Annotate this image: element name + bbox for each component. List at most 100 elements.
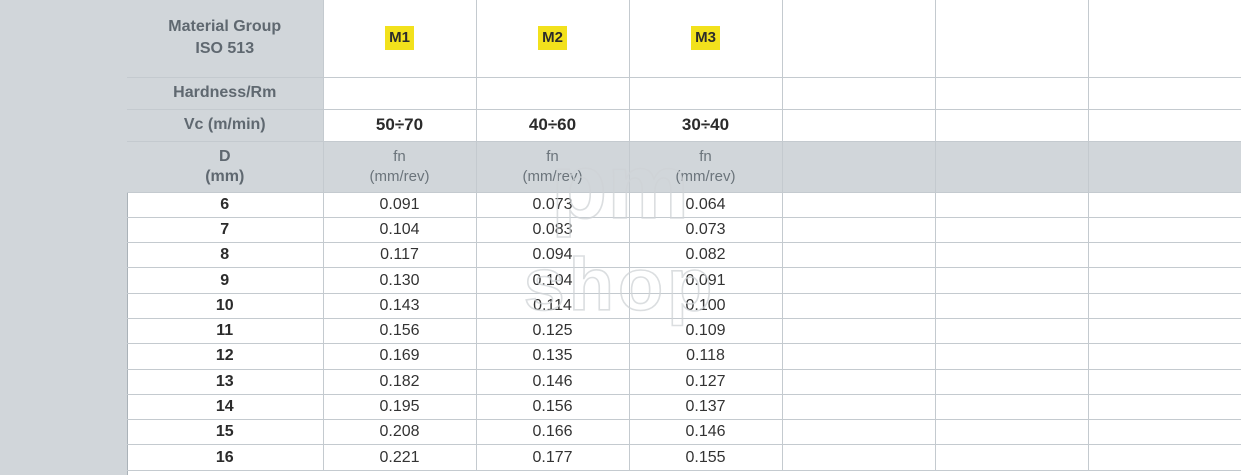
feed-value-m2: 0.073 [476,192,630,218]
empty-cell [935,394,1089,421]
empty-cell [935,267,1089,294]
empty-cell [1088,217,1241,244]
table-row: 14 0.195 0.156 0.137 [127,394,1241,421]
feed-value-m3: 0.146 [629,419,783,446]
cutting-speed-m2: 40÷60 [476,109,630,142]
units-header-row: D (mm) fn (mm/rev) fn (mm/rev) fn (mm/re… [127,141,1241,193]
empty-cell [782,267,936,294]
empty-cell [935,369,1089,395]
cutting-speed-row: Vc (m/min) 50÷70 40÷60 30÷40 [127,109,1241,142]
diameter-header-line2: (mm) [205,167,245,185]
feed-value-m3: 0.118 [629,343,783,370]
empty-cell [782,217,936,244]
material-tag-m2: M2 [538,26,567,51]
feed-value-m2: 0.146 [476,369,630,395]
feed-value-m1: 0.104 [323,217,477,244]
empty-cell [782,444,936,471]
feed-header-line2: (mm/rev) [522,167,583,185]
feed-value-m1: 0.169 [323,343,477,370]
feed-value-m1: 0.156 [323,318,477,345]
feed-value-m1: 0.221 [323,444,477,471]
empty-cell [782,0,936,78]
empty-cell [935,318,1089,345]
diameter-value: 13 [127,369,324,395]
empty-cell [782,192,936,218]
empty-cell [935,419,1089,446]
table-row: 16 0.221 0.177 0.155 [127,444,1241,471]
empty-cell [782,293,936,319]
feed-value-m3: 0.091 [629,267,783,294]
empty-cell [935,444,1089,471]
empty-cell [1088,293,1241,319]
material-group-label: Material Group ISO 513 [127,0,324,78]
feed-value-m1: 0.208 [323,419,477,446]
material-group-label-line2: ISO 513 [195,40,255,58]
empty-cell [1088,343,1241,370]
feed-value-m1: 0.130 [323,267,477,294]
table-row: 13 0.182 0.146 0.127 [127,369,1241,395]
empty-cell [935,141,1089,193]
feed-value-m2: 0.166 [476,419,630,446]
feed-value-m1: 0.195 [323,394,477,421]
empty-cell [782,77,936,110]
table-row: 6 0.091 0.073 0.064 [127,192,1241,218]
empty-cell [935,217,1089,244]
empty-cell [1088,444,1241,471]
empty-cell [935,77,1089,110]
empty-cell [782,242,936,269]
diameter-header: D (mm) [127,141,324,193]
table-row: 12 0.169 0.135 0.118 [127,343,1241,370]
material-tag-cell-m1: M1 [323,0,477,78]
cutting-speed-value: 30÷40 [681,114,730,134]
material-tag-cell-m3: M3 [629,0,783,78]
feed-value-m2: 0.125 [476,318,630,345]
empty-cell [1088,267,1241,294]
table-row: 10 0.143 0.114 0.100 [127,293,1241,319]
table-row: 9 0.130 0.104 0.091 [127,267,1241,294]
feed-value-m2: 0.135 [476,343,630,370]
empty-cell [935,242,1089,269]
table-row: 11 0.156 0.125 0.109 [127,318,1241,345]
diameter-value: 9 [127,267,324,294]
empty-cell [782,318,936,345]
table-row: 8 0.117 0.094 0.082 [127,242,1241,269]
empty-cell [782,109,936,142]
empty-cell [476,77,630,110]
left-side-band [0,0,128,475]
empty-cell [323,77,477,110]
feed-header-line2: (mm/rev) [369,167,430,185]
diameter-value: 16 [127,444,324,471]
diameter-value: 12 [127,343,324,370]
feed-value-m3: 0.127 [629,369,783,395]
material-tag-m3: M3 [691,26,720,51]
empty-cell [1088,109,1241,142]
feed-value-m2: 0.114 [476,293,630,319]
diameter-value: 8 [127,242,324,269]
diameter-value: 7 [127,217,324,244]
empty-cell [1088,394,1241,421]
feed-value-m3: 0.109 [629,318,783,345]
material-group-label-line1: Material Group [168,18,282,36]
material-group-row: Material Group ISO 513 M1 M2 M3 [127,0,1241,78]
cutting-speed-label: Vc (m/min) [127,109,324,142]
cutting-data-table: Material Group ISO 513 M1 M2 M3 Hardness… [127,0,1241,471]
feed-value-m1: 0.091 [323,192,477,218]
cutting-speed-value: 40÷60 [528,114,577,134]
feed-value-m3: 0.082 [629,242,783,269]
feed-value-m3: 0.100 [629,293,783,319]
diameter-value: 6 [127,192,324,218]
empty-cell [782,394,936,421]
feed-value-m3: 0.155 [629,444,783,471]
empty-cell [1088,141,1241,193]
feed-header-line1: fn [393,147,406,165]
material-tag-cell-m2: M2 [476,0,630,78]
empty-cell [1088,318,1241,345]
empty-cell [1088,369,1241,395]
diameter-value: 15 [127,419,324,446]
empty-cell [935,109,1089,142]
empty-cell [1088,0,1241,78]
cutting-speed-value: 50÷70 [375,114,424,134]
empty-cell [782,369,936,395]
table-row: 7 0.104 0.083 0.073 [127,217,1241,244]
empty-cell [629,77,783,110]
